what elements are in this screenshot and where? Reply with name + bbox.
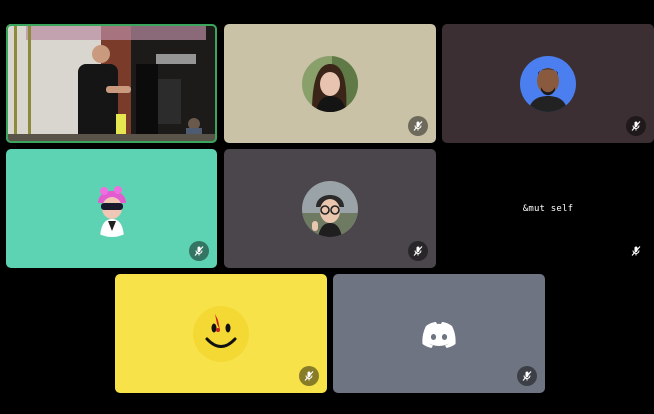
participant-tile[interactable] (224, 24, 436, 143)
avatar-text: &mut self (522, 203, 574, 214)
participant-tile[interactable] (442, 24, 654, 143)
voice-channel-grid: &mut self (0, 0, 654, 414)
participant-tile[interactable] (224, 149, 436, 268)
smiley-face-icon (193, 305, 249, 362)
avatar-image (83, 180, 140, 237)
avatar-image (520, 55, 576, 112)
participant-tile[interactable]: &mut self (442, 149, 654, 268)
microphone-muted-icon (299, 366, 319, 386)
participant-avatar (302, 55, 358, 112)
participant-avatar: &mut self (520, 180, 576, 237)
participant-tile-video[interactable] (6, 24, 217, 143)
participant-avatar (302, 180, 358, 237)
microphone-muted-icon (189, 241, 209, 261)
discord-logo-icon (411, 305, 467, 362)
participant-tile[interactable] (6, 149, 217, 268)
avatar-image (302, 180, 358, 237)
participant-tile[interactable] (333, 274, 545, 393)
microphone-muted-icon (408, 116, 428, 136)
microphone-muted-icon (408, 241, 428, 261)
video-feed (6, 24, 217, 143)
participant-avatar (193, 305, 249, 362)
participant-avatar (411, 305, 467, 362)
avatar-image (302, 55, 358, 112)
participant-tile[interactable] (115, 274, 327, 393)
participant-avatar (83, 180, 140, 237)
microphone-muted-icon (626, 241, 646, 261)
microphone-muted-icon (517, 366, 537, 386)
microphone-muted-icon (626, 116, 646, 136)
participant-avatar (520, 55, 576, 112)
